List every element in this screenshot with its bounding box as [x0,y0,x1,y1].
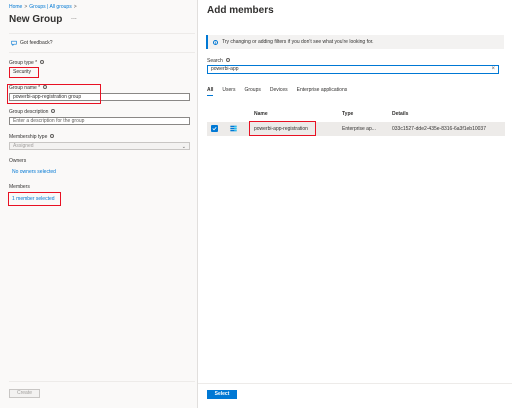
search-value: powerbi-app [211,66,239,72]
owners-label: Owners [9,158,27,164]
create-button[interactable]: Create [9,389,40,398]
info-banner: i Try changing or adding filters if you … [206,35,504,49]
select-button[interactable]: Select [207,390,237,399]
group-description-placeholder: Enter a description for the group [13,118,85,124]
breadcrumb-separator: > [24,4,28,10]
group-type-label: Group type * [9,60,45,66]
checkmark-icon [212,126,217,131]
feedback-icon [11,40,17,46]
breadcrumb-groups[interactable]: Groups | All groups [29,4,71,10]
owners-link[interactable]: No owners selected [12,169,56,175]
column-header-details[interactable]: Details [392,111,408,117]
highlight-box [7,84,101,104]
more-options-button[interactable]: ... [71,14,77,21]
new-group-blade: Home > Groups | All groups > New Group ... … [0,0,198,408]
divider [9,52,195,53]
tab-all[interactable]: All [207,87,214,96]
info-icon [50,134,55,139]
add-members-panel: Add members i Try changing or adding fil… [198,0,512,408]
info-icon [40,60,45,65]
chevron-down-icon: ⌄ [181,144,186,150]
membership-type-label: Membership type [9,134,55,140]
row-checkbox[interactable] [211,125,218,132]
column-header-name[interactable]: Name [254,111,268,117]
page-title: New Group [9,14,63,25]
divider [9,33,195,34]
highlight-box [249,121,316,136]
tab-users[interactable]: Users [222,87,235,95]
info-icon: i [213,39,218,45]
info-icon [51,109,56,114]
table-header: Name Type Details [207,110,505,119]
tab-groups[interactable]: Groups [244,87,260,95]
info-icon [225,58,230,63]
divider [9,381,195,382]
highlight-box [9,67,39,78]
row-details: 033c1527-dde2-435e-8316-6a3f1eb10037 [392,126,486,132]
feedback-button[interactable]: Got feedback? [11,40,53,46]
feedback-label: Got feedback? [20,40,53,46]
tab-devices[interactable]: Devices [270,87,288,95]
breadcrumb-separator: > [73,4,77,10]
membership-type-dropdown: Assigned ⌄ [9,142,190,150]
row-type: Enterprise ap... [342,126,376,132]
column-header-type[interactable]: Type [342,111,353,117]
search-input[interactable]: powerbi-app × [207,65,499,74]
info-banner-text: Try changing or adding filters if you do… [222,39,374,45]
members-label: Members [9,184,30,190]
breadcrumb: Home > Groups | All groups > [9,4,79,10]
search-label: Search [207,58,230,64]
panel-title: Add members [207,5,274,16]
highlight-box [8,192,61,206]
tab-enterprise-applications[interactable]: Enterprise applications [297,87,348,95]
clear-search-icon[interactable]: × [491,66,495,73]
group-description-input[interactable]: Enter a description for the group [9,117,190,125]
breadcrumb-home[interactable]: Home [9,4,22,10]
filter-tabs: All Users Groups Devices Enterprise appl… [207,87,348,96]
enterprise-app-icon [230,125,237,132]
membership-type-value: Assigned [13,143,34,149]
group-description-label: Group description [9,109,56,115]
divider [198,383,512,384]
